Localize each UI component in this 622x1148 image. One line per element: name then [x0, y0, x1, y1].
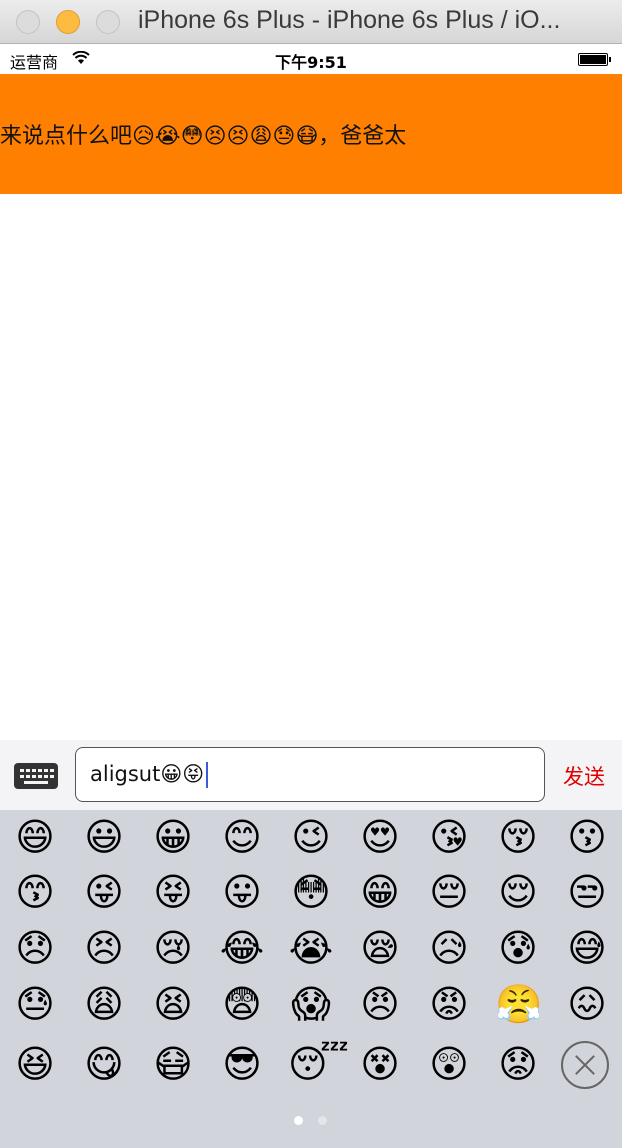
emoji-key[interactable]: 😵 [357, 1041, 403, 1087]
emoji-key[interactable]: 😁 [357, 869, 403, 915]
message-banner: 来说点什么吧😥😭😳😣😣😩😓😷，爸爸太 [0, 74, 622, 194]
emoji-key[interactable]: 😔 [426, 869, 472, 915]
input-toolbar: aligsut😀😝 发送 [0, 740, 622, 810]
zoom-window-button[interactable] [96, 10, 120, 34]
keyboard-icon[interactable] [14, 763, 58, 789]
close-window-button[interactable] [16, 10, 40, 34]
emoji-key[interactable]: 😡 [426, 981, 472, 1027]
message-input-value: aligsut😀😝 [90, 762, 205, 786]
emoji-key[interactable]: 😫 [150, 981, 196, 1027]
window-titlebar: iPhone 6s Plus - iPhone 6s Plus / iO... [0, 0, 622, 44]
page-indicator[interactable] [0, 1116, 622, 1126]
emoji-key[interactable]: 😜 [81, 869, 127, 915]
emoji-key[interactable]: 😛 [219, 869, 265, 915]
emoji-key[interactable]: 😃 [81, 814, 127, 860]
text-cursor [206, 762, 209, 788]
emoji-key[interactable]: 😙 [12, 869, 58, 915]
emoji-key[interactable]: 😰 [495, 925, 541, 971]
content-area [0, 194, 622, 740]
emoji-key[interactable]: 😂 [219, 925, 265, 971]
emoji-key[interactable]: 😀 [150, 814, 196, 860]
emoji-key[interactable]: 😥 [426, 925, 472, 971]
emoji-key[interactable]: 😢 [150, 925, 196, 971]
window-title: iPhone 6s Plus - iPhone 6s Plus / iO... [138, 6, 561, 34]
emoji-key[interactable]: 😗 [564, 814, 610, 860]
emoji-key[interactable]: 😌 [495, 869, 541, 915]
emoji-key[interactable]: 😘 [426, 814, 472, 860]
emoji-key[interactable]: 😲 [426, 1041, 472, 1087]
emoji-key[interactable]: 😚 [495, 814, 541, 860]
status-bar: 运营商 下午9:51 [0, 44, 622, 74]
emoji-key[interactable]: 😣 [81, 925, 127, 971]
emoji-key[interactable]: 😨 [219, 981, 265, 1027]
message-input[interactable]: aligsut😀😝 [75, 747, 545, 802]
battery-icon [578, 53, 611, 66]
status-time: 下午9:51 [275, 53, 347, 72]
emoji-key[interactable]: 😤 [495, 981, 542, 1027]
minimize-window-button[interactable] [56, 10, 80, 34]
banner-message: 来说点什么吧😥😭😳😣😣😩😓😷，爸爸太 [0, 124, 407, 149]
emoji-key[interactable]: 😒 [564, 869, 610, 915]
emoji-key[interactable]: 😎 [219, 1041, 265, 1087]
emoji-key[interactable]: 😉 [288, 814, 334, 860]
emoji-key[interactable]: 😱 [288, 981, 334, 1027]
emoji-key[interactable]: 😋 [81, 1041, 127, 1087]
emoji-key[interactable]: 😭 [288, 925, 334, 971]
emoji-key[interactable]: 😅 [564, 925, 610, 971]
emoji-key[interactable]: 😟 [495, 1041, 541, 1087]
send-button[interactable]: 发送 [563, 761, 605, 791]
emoji-key[interactable]: 😊 [219, 814, 265, 860]
emoji-key[interactable]: 😴 [288, 1041, 349, 1087]
emoji-key[interactable]: 😠 [357, 981, 403, 1027]
emoji-key[interactable]: 😝 [150, 869, 196, 915]
emoji-key[interactable]: 😖 [564, 981, 610, 1027]
delete-icon[interactable] [561, 1041, 609, 1089]
emoji-key[interactable]: 😳 [288, 869, 334, 915]
emoji-key[interactable]: 😆 [12, 1041, 58, 1087]
emoji-key[interactable]: 😞 [12, 925, 58, 971]
emoji-key[interactable]: 😓 [12, 981, 58, 1027]
emoji-key[interactable]: 😍 [357, 814, 403, 860]
emoji-key[interactable]: 😄 [12, 814, 58, 860]
emoji-key[interactable]: 😩 [81, 981, 127, 1027]
page-dot-active[interactable] [294, 1116, 303, 1125]
emoji-keyboard: 😄 😃 😀 😊 😉 😍 😘 😚 😗 😙 😜 😝 😛 😳 😁 😔 😌 😒 😞 😣 😢 😂 😭 😪 😥 😰 😅 😓 😩 😫 😨 😱 😠 😡 😤 😖 😆 😋 😷 😎… [0, 810, 622, 1148]
page-dot[interactable] [318, 1116, 327, 1125]
emoji-key[interactable]: 😪 [357, 925, 403, 971]
emoji-key[interactable]: 😷 [150, 1041, 196, 1087]
